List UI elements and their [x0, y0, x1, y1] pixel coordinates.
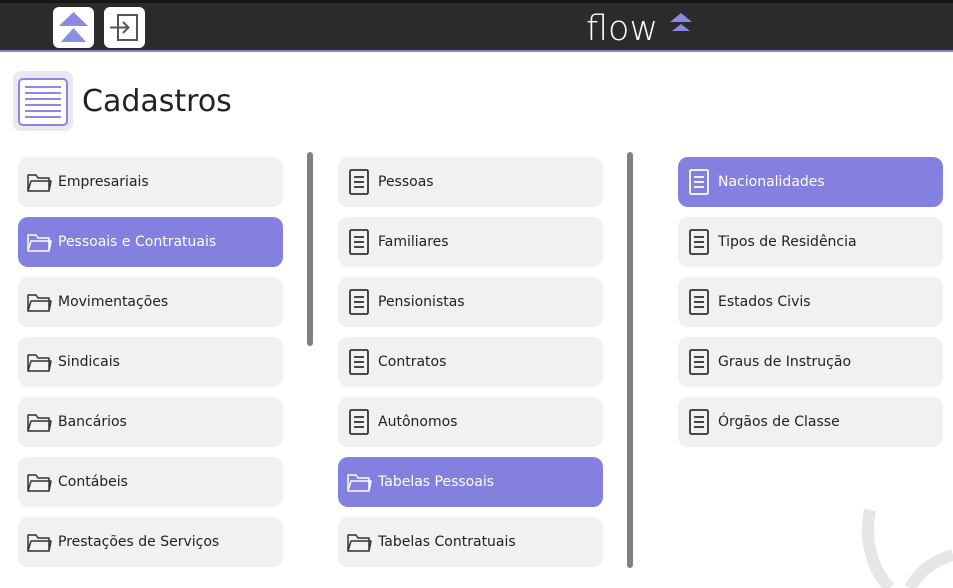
category-item[interactable]: Pessoais e Contratuais — [18, 217, 283, 267]
login-arrow-icon — [110, 14, 138, 41]
folder-icon — [346, 529, 372, 555]
exit-button[interactable] — [104, 7, 145, 48]
logo-text: flow — [586, 9, 659, 49]
document-icon — [686, 289, 712, 315]
document-icon — [346, 409, 372, 435]
table-item-label: Órgãos de Classe — [718, 414, 840, 430]
subcategory-item-label: Pensionistas — [378, 294, 465, 310]
category-item-label: Movimentações — [58, 294, 169, 310]
folder-icon — [346, 469, 372, 495]
upload-triangle-icon — [59, 12, 88, 42]
page-title: Cadastros — [82, 84, 232, 119]
subcategory-item-label: Familiares — [378, 234, 449, 250]
subcategory-item[interactable]: Pensionistas — [338, 277, 603, 327]
subcategory-item[interactable]: Familiares — [338, 217, 603, 267]
category-item[interactable]: Empresariais — [18, 157, 283, 207]
document-icon — [686, 229, 712, 255]
scrollbar-thumb[interactable] — [307, 152, 313, 346]
folder-icon — [26, 169, 52, 195]
table-item-label: Graus de Instrução — [718, 354, 852, 370]
document-icon — [346, 229, 372, 255]
category-item[interactable]: Contábeis — [18, 457, 283, 507]
document-icon — [346, 349, 372, 375]
folder-icon — [26, 469, 52, 495]
category-item-label: Empresariais — [58, 174, 149, 190]
folder-icon — [26, 529, 52, 555]
folder-icon — [26, 289, 52, 315]
subcategory-item-label: Autônomos — [378, 414, 458, 430]
document-icon — [686, 409, 712, 435]
home-button[interactable] — [53, 7, 94, 48]
category-item-label: Contábeis — [58, 474, 128, 490]
table-item-label: Tipos de Residência — [718, 234, 857, 250]
category-item[interactable]: Sindicais — [18, 337, 283, 387]
category-item-label: Prestações de Serviços — [58, 534, 220, 550]
document-icon — [686, 349, 712, 375]
table-item[interactable]: Graus de Instrução — [678, 337, 943, 387]
logo-mark-icon — [670, 13, 692, 31]
table-item[interactable]: Estados Civis — [678, 277, 943, 327]
page-icon — [13, 71, 73, 131]
table-item[interactable]: Tipos de Residência — [678, 217, 943, 267]
category-item-label: Bancários — [58, 414, 127, 430]
subcategory-item-label: Tabelas Contratuais — [378, 534, 516, 550]
folder-icon — [26, 349, 52, 375]
flow-logo: flow — [586, 9, 692, 49]
subcategory-item-label: Contratos — [378, 354, 447, 370]
table-item-label: Estados Civis — [718, 294, 811, 310]
document-icon — [346, 169, 372, 195]
top-bar: flow — [0, 0, 953, 52]
scrollbar-thumb[interactable] — [627, 152, 633, 568]
document-icon — [346, 289, 372, 315]
category-item-label: Sindicais — [58, 354, 120, 370]
list-document-icon — [18, 78, 68, 126]
subcategory-item-label: Tabelas Pessoais — [378, 474, 494, 490]
folder-icon — [26, 229, 52, 255]
table-item[interactable]: Nacionalidades — [678, 157, 943, 207]
subcategory-item[interactable]: Contratos — [338, 337, 603, 387]
subcategory-item[interactable]: Tabelas Pessoais — [338, 457, 603, 507]
category-item[interactable]: Movimentações — [18, 277, 283, 327]
document-icon — [686, 169, 712, 195]
category-item[interactable]: Prestações de Serviços — [18, 517, 283, 567]
table-item-label: Nacionalidades — [718, 174, 825, 190]
subcategory-item-label: Pessoas — [378, 174, 434, 190]
background-logo-icon — [862, 508, 953, 588]
subcategory-item[interactable]: Pessoas — [338, 157, 603, 207]
table-item[interactable]: Órgãos de Classe — [678, 397, 943, 447]
category-item[interactable]: Bancários — [18, 397, 283, 447]
subcategory-item[interactable]: Autônomos — [338, 397, 603, 447]
category-item-label: Pessoais e Contratuais — [58, 234, 217, 250]
subcategory-item[interactable]: Tabelas Contratuais — [338, 517, 603, 567]
folder-icon — [26, 409, 52, 435]
